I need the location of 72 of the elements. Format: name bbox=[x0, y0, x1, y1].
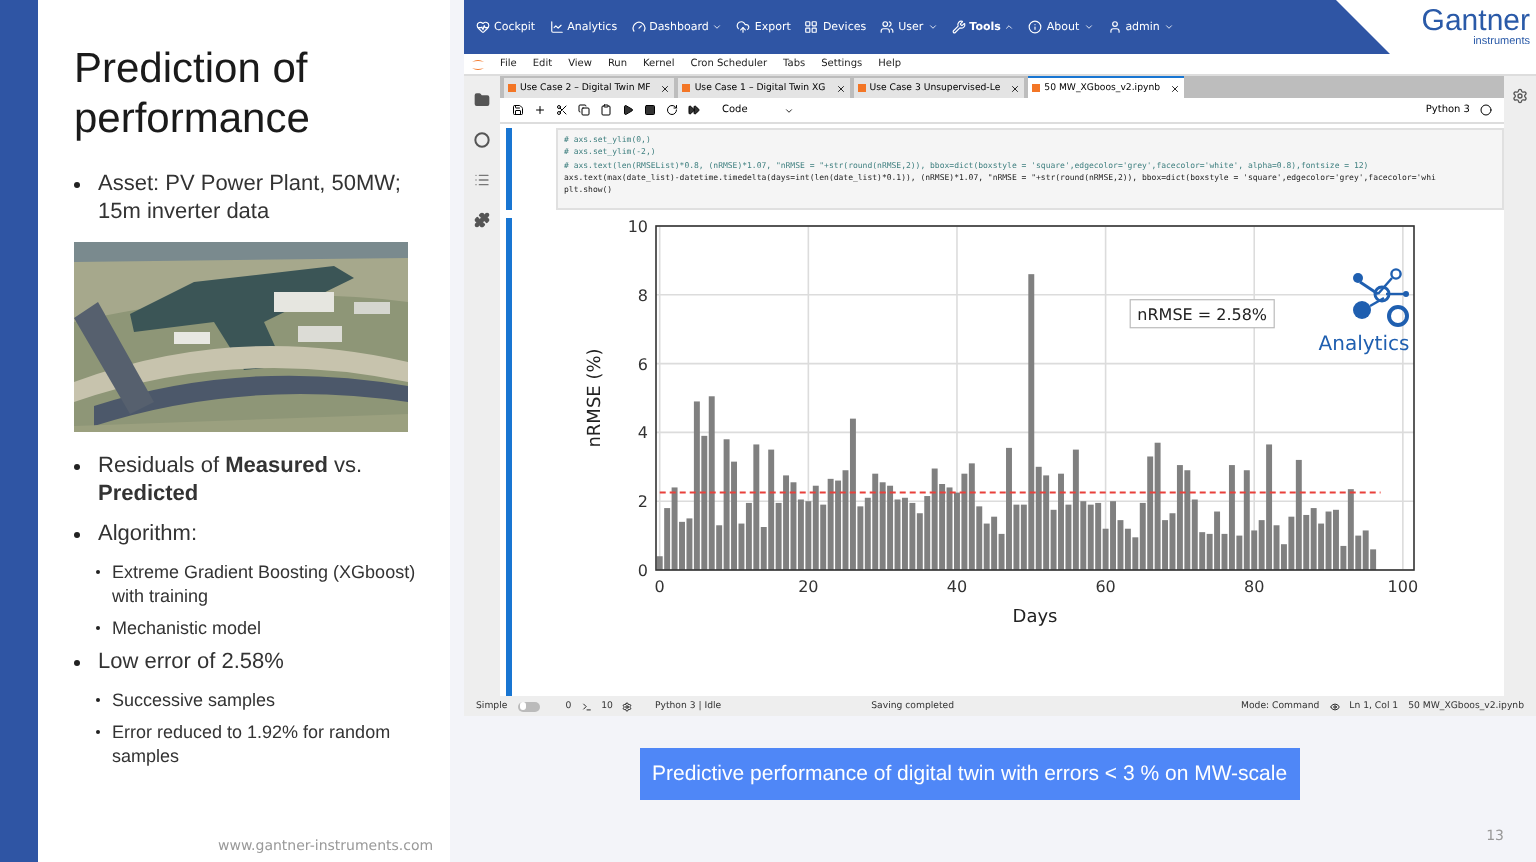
grid-icon bbox=[804, 20, 819, 34]
caret-icon bbox=[1083, 22, 1094, 32]
tick-label: 0 bbox=[654, 578, 665, 597]
toggle-switch[interactable] bbox=[517, 701, 540, 711]
caret-icon bbox=[783, 105, 794, 115]
tick-label: 40 bbox=[946, 578, 968, 597]
settings-icon[interactable] bbox=[1512, 88, 1528, 104]
plus-icon[interactable] bbox=[534, 104, 546, 116]
bullet-text: Mechanistic model bbox=[112, 616, 262, 640]
kernel-status-icon bbox=[1480, 104, 1492, 116]
fast-forward-icon[interactable] bbox=[688, 104, 700, 116]
tick-label: 80 bbox=[1244, 578, 1265, 597]
bullet-text: Low error of 2.58% bbox=[98, 648, 284, 676]
bullet-text: Successive samples bbox=[112, 688, 276, 712]
eye-icon bbox=[1329, 701, 1340, 711]
code-editor[interactable] bbox=[556, 128, 1504, 211]
notebook-icon bbox=[682, 84, 691, 92]
value-box: nRMSE = 2.58% bbox=[1129, 300, 1275, 330]
analytics-logo-text: Analytics bbox=[1318, 334, 1410, 357]
play-icon[interactable] bbox=[622, 104, 634, 116]
line-chart-icon bbox=[549, 20, 564, 34]
tick-label: 0 bbox=[637, 562, 648, 581]
caret-icon bbox=[1004, 22, 1015, 32]
clipboard-icon[interactable] bbox=[600, 104, 612, 116]
gauge-icon bbox=[631, 20, 646, 34]
settings-icon bbox=[622, 701, 633, 711]
bullet-icon bbox=[74, 464, 80, 470]
caret-icon bbox=[1163, 22, 1174, 32]
folder-icon[interactable] bbox=[474, 92, 490, 108]
tick-label: 6 bbox=[637, 356, 648, 375]
caret-icon bbox=[712, 22, 723, 32]
caret-icon bbox=[927, 22, 938, 32]
jupyter-logo-icon bbox=[472, 57, 484, 71]
list-icon[interactable] bbox=[474, 172, 490, 188]
bullet-text: Extreme Gradient Boosting (XGboost) with training bbox=[112, 560, 418, 608]
tick-label: 4 bbox=[637, 425, 648, 444]
bullet-text: Residuals of Measured vs. Predicted bbox=[98, 452, 365, 508]
tick-label: 100 bbox=[1387, 578, 1419, 597]
circle-icon[interactable] bbox=[474, 132, 490, 148]
bullet-text: Algorithm: bbox=[98, 520, 198, 548]
tick-label: 8 bbox=[637, 287, 648, 306]
axis-title: Days bbox=[1012, 608, 1058, 629]
notebook-icon bbox=[508, 84, 516, 92]
bullet-icon bbox=[74, 182, 80, 188]
slide-title: Prediction of performance bbox=[74, 44, 312, 144]
cloud-upload-icon bbox=[736, 20, 751, 34]
tick-label: 20 bbox=[798, 578, 819, 597]
tick-label: 2 bbox=[637, 494, 648, 513]
users-icon bbox=[880, 20, 895, 34]
wrench-icon bbox=[951, 20, 966, 34]
bullet-text: Error reduced to 1.92% for random samples bbox=[112, 720, 393, 768]
user-icon bbox=[1107, 20, 1122, 34]
caption-banner: Predictive performance of digital twin with errors < 3 % on MW-scale bbox=[640, 748, 1300, 800]
copy-icon[interactable] bbox=[578, 104, 590, 116]
tick-label: 10 bbox=[627, 218, 648, 237]
save-icon[interactable] bbox=[512, 104, 524, 116]
puzzle-icon[interactable] bbox=[474, 212, 490, 228]
network-icon bbox=[1353, 269, 1409, 328]
terminal-icon bbox=[581, 701, 592, 711]
restart-icon[interactable] bbox=[666, 104, 678, 116]
notebook-icon bbox=[1032, 84, 1041, 92]
bullet-text: Asset: PV Power Plant, 50MW; 15m inverter data bbox=[98, 170, 403, 226]
bullet-icon bbox=[74, 532, 80, 538]
tick-label: 60 bbox=[1095, 578, 1116, 597]
scissors-icon[interactable] bbox=[556, 104, 568, 116]
notebook-icon bbox=[857, 84, 866, 92]
bullet-icon bbox=[74, 660, 80, 666]
heart-pulse-icon bbox=[476, 20, 490, 34]
stop-icon[interactable] bbox=[644, 104, 656, 116]
annotation: nRMSE = 2.58% bbox=[1137, 306, 1268, 325]
info-icon bbox=[1028, 20, 1043, 34]
axis-title: nRMSE (%) bbox=[586, 349, 606, 449]
